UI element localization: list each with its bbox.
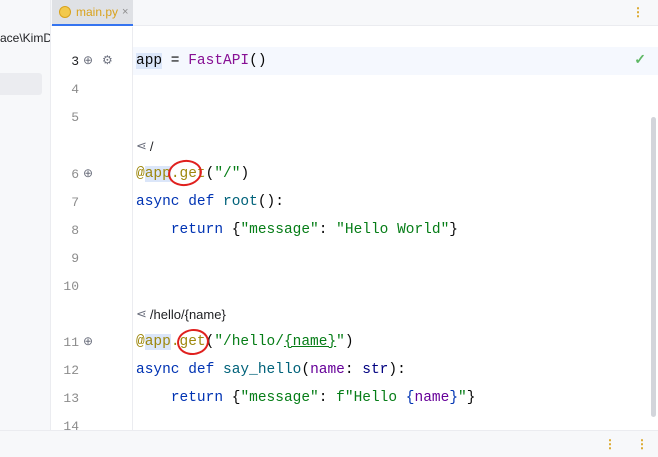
colon: : (318, 390, 337, 406)
string-literal: "message" (240, 222, 319, 238)
keyword: return (170, 390, 224, 406)
line-number[interactable]: 10 (51, 279, 79, 294)
line-number[interactable]: 6 (51, 167, 79, 182)
decorator-at: @ (136, 166, 145, 182)
gear-run-icon[interactable]: ⚙ (102, 53, 113, 67)
paren: ) (344, 334, 354, 350)
punctuation: (): (257, 194, 284, 210)
type-annotation: str (362, 362, 389, 378)
globe-search-icon[interactable]: ⊕ (83, 53, 93, 67)
paren: ( (301, 362, 311, 378)
paren: ) (240, 166, 250, 182)
keyword: def (188, 194, 215, 210)
tab-options-icon[interactable]: ⋮ (632, 5, 644, 19)
keyword: def (188, 362, 215, 378)
code-line-7[interactable]: async def root(): (136, 194, 284, 210)
annotation-circle (175, 327, 211, 357)
string-literal: "message" (240, 390, 319, 406)
brace: } (466, 390, 476, 406)
line-number[interactable]: 7 (51, 195, 79, 210)
string-literal: "Hello World" (336, 222, 450, 238)
project-tree-selection[interactable] (0, 73, 42, 95)
colon: : (344, 362, 363, 378)
endpoint-hint[interactable]: ⋖ / (136, 138, 154, 154)
line-number[interactable]: 9 (51, 251, 79, 266)
project-panel: ace\KimDc (0, 0, 51, 430)
status-menu-icon[interactable]: ⋮ (636, 437, 648, 451)
code-editor[interactable]: 3 ⊕ ⚙ 4 5 6 ⊕ 7 8 9 10 11 ⊕ 12 13 14 app… (51, 27, 658, 430)
function-name: root (223, 194, 258, 210)
line-number[interactable]: 14 (51, 419, 79, 430)
annotation-circle (166, 157, 204, 189)
call-parens: () (249, 53, 267, 69)
string-literal: "/hello/ (214, 334, 284, 350)
fstring-brace: { (405, 390, 415, 406)
code-line-11[interactable]: @app.get("/hello/{name}") (136, 334, 354, 350)
vertical-scrollbar[interactable] (651, 117, 656, 417)
editor-tab-bar: main.py × ⋮ (51, 0, 658, 26)
endpoint-hint[interactable]: ⋖/hello/{name} (136, 306, 226, 322)
operator: = (162, 53, 189, 69)
line-number[interactable]: 8 (51, 223, 79, 238)
keyword: return (170, 222, 224, 238)
string-literal: " (336, 334, 345, 350)
tab-main-py[interactable]: main.py × (52, 0, 133, 26)
status-bar: ⋮ ⋮ (0, 430, 658, 457)
function-name: say_hello (223, 362, 302, 378)
parameter: name (310, 362, 345, 378)
code-line-13[interactable]: return {"message": f"Hello {name}"} (136, 390, 476, 406)
code-line-12[interactable]: async def say_hello(name: str): (136, 362, 406, 378)
close-icon[interactable]: × (122, 6, 128, 18)
share-icon: ⋖ (136, 306, 147, 321)
fstring-literal: f"Hello (336, 390, 406, 406)
decorator-object: app (144, 334, 171, 350)
inspection-ok-icon[interactable]: ✓ (634, 51, 646, 68)
line-number[interactable]: 3 (51, 54, 79, 69)
python-file-icon (59, 6, 71, 18)
fstring-brace: } (449, 390, 459, 406)
code-line-8[interactable]: return {"message": "Hello World"} (136, 222, 458, 238)
brace: } (449, 222, 458, 238)
keyword: async (136, 362, 180, 378)
identifier: app (136, 53, 163, 69)
line-number[interactable]: 12 (51, 363, 79, 378)
colon: : (318, 222, 337, 238)
project-path[interactable]: ace\KimDc (0, 31, 50, 45)
line-number[interactable]: 5 (51, 110, 79, 125)
endpoint-path: / (149, 138, 154, 154)
class-name: FastAPI (188, 53, 250, 69)
string-literal: "/" (214, 166, 241, 182)
endpoint-path: /hello/{name} (149, 306, 226, 322)
globe-search-icon[interactable]: ⊕ (83, 166, 93, 180)
decorator-object: app (144, 166, 171, 182)
tab-label: main.py (76, 5, 119, 19)
fstring-literal: " (458, 390, 467, 406)
code-line-3[interactable]: app = FastAPI() (136, 53, 267, 69)
status-menu-icon[interactable]: ⋮ (604, 437, 616, 451)
fstring-variable: name (414, 390, 450, 406)
decorator-at: @ (136, 334, 145, 350)
path-param: {name} (283, 334, 337, 350)
share-icon: ⋖ (136, 138, 147, 153)
line-number[interactable]: 13 (51, 391, 79, 406)
punctuation: ): (388, 362, 406, 378)
globe-search-icon[interactable]: ⊕ (83, 334, 93, 348)
line-number[interactable]: 4 (51, 82, 79, 97)
line-number[interactable]: 11 (51, 335, 79, 350)
keyword: async (136, 194, 180, 210)
